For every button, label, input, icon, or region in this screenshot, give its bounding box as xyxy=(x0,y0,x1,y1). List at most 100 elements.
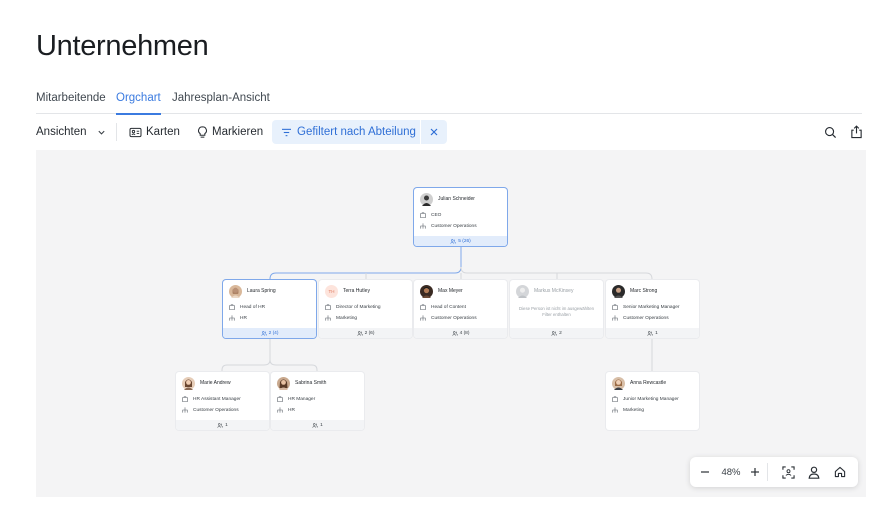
direct-reports-count[interactable]: 1 xyxy=(606,328,699,338)
person-name: Julian Schneider xyxy=(438,196,475,202)
zoom-in-button[interactable] xyxy=(747,464,763,480)
people-icon xyxy=(551,330,558,336)
tab-mitarbeitende[interactable]: Mitarbeitende xyxy=(36,92,106,114)
orgchart-card[interactable]: Marc Strong Senior Marketing Manager Cus… xyxy=(606,280,699,338)
avatar xyxy=(420,285,433,298)
direct-reports-count[interactable]: 2 (4) xyxy=(223,328,316,338)
lightbulb-icon xyxy=(198,125,207,138)
focus-frame-icon xyxy=(781,465,795,479)
search-icon xyxy=(824,126,836,138)
cards-button[interactable]: Karten xyxy=(129,120,180,144)
cards-label: Karten xyxy=(146,126,180,138)
tab-bar: Mitarbeitende Orgchart Jahresplan-Ansich… xyxy=(36,92,862,115)
avatar xyxy=(516,285,529,298)
department-row: Customer Operations xyxy=(612,315,669,321)
share-button[interactable] xyxy=(848,124,864,140)
job-title-row: HR Manager xyxy=(277,396,315,402)
highlight-label: Markieren xyxy=(212,126,264,138)
department-row: HR xyxy=(277,407,295,413)
people-icon xyxy=(312,422,319,428)
fit-to-screen-button[interactable] xyxy=(780,464,796,480)
job-title-row: Director of Marketing xyxy=(325,304,381,310)
orgchart-canvas[interactable]: Julian Schneider CEO Customer Operations… xyxy=(36,150,866,497)
orgchart-card[interactable]: Max Meyer Head of Content Customer Opera… xyxy=(414,280,507,338)
orgchart-card[interactable]: Sabrina Smith HR Manager HR 1 xyxy=(271,372,364,430)
hierarchy-icon xyxy=(325,315,331,321)
filter-icon xyxy=(282,128,291,136)
zoom-out-button[interactable] xyxy=(697,464,713,480)
orgchart-card-filtered[interactable]: Markus McKinsey Diese Person ist nicht i… xyxy=(510,280,603,338)
briefcase-icon xyxy=(420,304,426,310)
zoom-level: 48% xyxy=(721,466,741,478)
orgchart-card[interactable]: Laura Spring Head of HR HR 2 (4) xyxy=(223,280,316,338)
find-person-button[interactable] xyxy=(806,464,822,480)
direct-reports-count[interactable]: 1 xyxy=(176,420,269,430)
views-dropdown[interactable]: Ansichten xyxy=(36,120,106,144)
highlight-button[interactable]: Markieren xyxy=(197,120,263,144)
minus-icon xyxy=(701,471,709,473)
avatar xyxy=(277,377,290,390)
job-title-row: HR Assistant Manager xyxy=(182,396,241,402)
clear-filter-button[interactable] xyxy=(420,120,447,144)
zoom-divider xyxy=(767,463,768,481)
toolbar-divider xyxy=(116,123,117,141)
people-icon xyxy=(260,330,267,336)
search-button[interactable] xyxy=(822,124,838,140)
direct-reports-count[interactable]: 4 (8) xyxy=(414,328,507,338)
briefcase-icon xyxy=(612,396,618,402)
job-title-row: CEO xyxy=(420,212,441,218)
share-icon xyxy=(850,125,862,139)
page-title: Unternehmen xyxy=(36,30,209,62)
person-name: Markus McKinsey xyxy=(534,288,574,294)
avatar xyxy=(182,377,195,390)
views-label: Ansichten xyxy=(36,126,87,138)
person-name: Max Meyer xyxy=(438,288,463,294)
tab-orgchart[interactable]: Orgchart xyxy=(116,92,161,115)
job-title-row: Head of HR xyxy=(229,304,265,310)
people-icon xyxy=(647,330,654,336)
direct-reports-count[interactable]: 5 (26) xyxy=(414,236,507,246)
direct-reports-count[interactable]: 2 (6) xyxy=(319,328,412,338)
people-icon xyxy=(451,330,458,336)
avatar xyxy=(612,377,625,390)
job-title-row: Head of Content xyxy=(420,304,466,310)
person-name: Anna Rewcastle xyxy=(630,380,667,386)
person-name: Laura Spring xyxy=(247,288,276,294)
orgchart-card[interactable]: Anna Rewcastle Junior Marketing Manager … xyxy=(606,372,699,430)
orgchart-card-ceo[interactable]: Julian Schneider CEO Customer Operations… xyxy=(414,188,507,246)
department-row: Customer Operations xyxy=(420,315,477,321)
department-row: Marketing xyxy=(612,407,644,413)
hierarchy-icon xyxy=(277,407,283,413)
hierarchy-icon xyxy=(229,315,235,321)
briefcase-icon xyxy=(277,396,283,402)
briefcase-icon xyxy=(229,304,235,310)
filter-label: Gefiltert nach Abteilung xyxy=(297,126,416,138)
avatar xyxy=(612,285,625,298)
direct-reports-count[interactable]: 2 xyxy=(510,328,603,338)
person-icon xyxy=(808,466,820,479)
hierarchy-icon xyxy=(420,315,426,321)
department-filter-chip[interactable]: Gefiltert nach Abteilung xyxy=(272,120,447,144)
avatar-initials: TH xyxy=(325,285,338,298)
id-card-icon xyxy=(129,127,142,137)
chevron-down-icon xyxy=(97,130,105,135)
briefcase-icon xyxy=(420,212,426,218)
people-icon xyxy=(356,330,363,336)
direct-reports-count[interactable]: 1 xyxy=(271,420,364,430)
department-row: HR xyxy=(229,315,247,321)
people-icon xyxy=(450,238,457,244)
hierarchy-icon xyxy=(420,223,426,229)
avatar xyxy=(229,285,242,298)
department-row: Marketing xyxy=(325,315,357,321)
tab-jahresplan[interactable]: Jahresplan-Ansicht xyxy=(172,92,270,114)
hierarchy-icon xyxy=(182,407,188,413)
briefcase-icon xyxy=(182,396,188,402)
department-row: Customer Operations xyxy=(420,223,477,229)
close-icon xyxy=(430,128,438,136)
home-button[interactable] xyxy=(832,464,848,480)
person-name: Marie Andrew xyxy=(200,380,231,386)
orgchart-card[interactable]: Marie Andrew HR Assistant Manager Custom… xyxy=(176,372,269,430)
person-name: Sabrina Smith xyxy=(295,380,327,386)
briefcase-icon xyxy=(612,304,618,310)
orgchart-card[interactable]: TH Terra Hutley Director of Marketing Ma… xyxy=(319,280,412,338)
